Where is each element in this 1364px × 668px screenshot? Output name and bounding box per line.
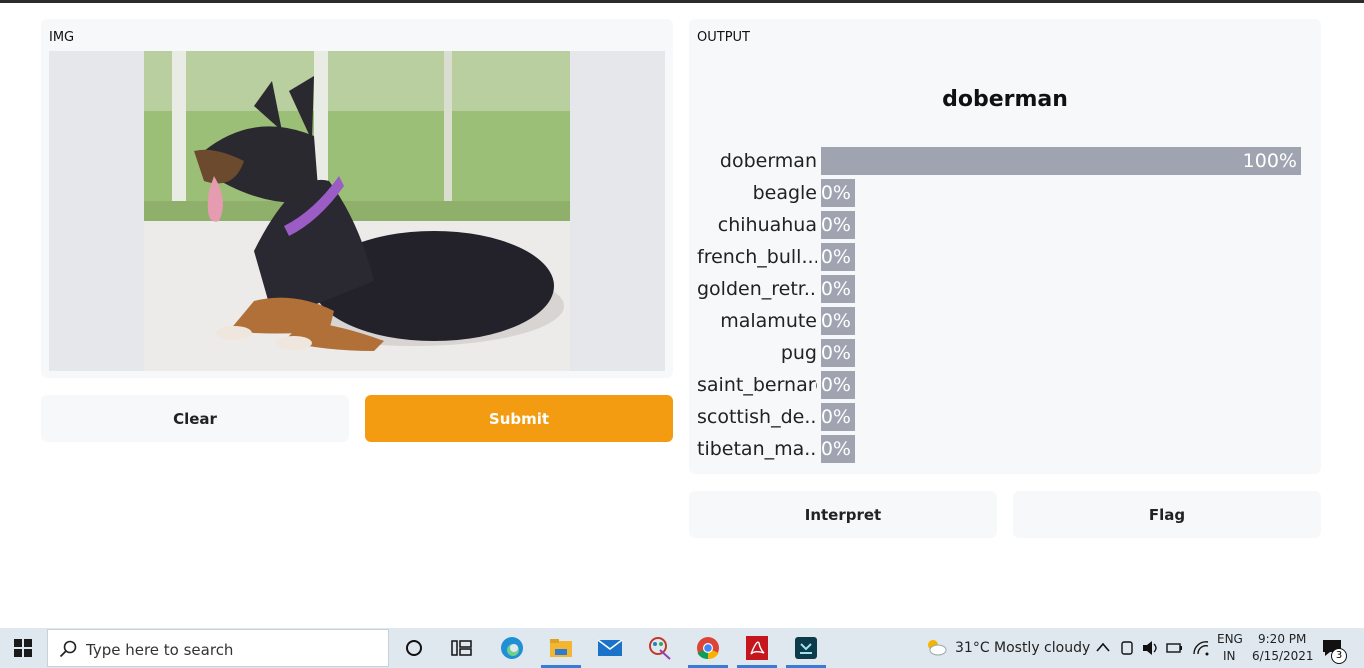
prediction-bar: 0% xyxy=(821,403,855,431)
prediction-bar: 0% xyxy=(821,435,855,463)
prediction-percent: 100% xyxy=(1242,150,1297,172)
volume-icon[interactable] xyxy=(1142,640,1160,656)
prediction-percent: 0% xyxy=(820,310,851,332)
prediction-label: tibetan_ma... xyxy=(697,438,817,460)
submit-button[interactable]: Submit xyxy=(365,395,673,442)
prediction-percent: 0% xyxy=(820,342,851,364)
acrobat-icon[interactable] xyxy=(733,628,781,668)
windows-start-icon[interactable] xyxy=(0,628,46,668)
prediction-row: tibetan_ma... 0% xyxy=(689,435,1321,463)
prediction-row: french_bull... 0% xyxy=(689,243,1321,271)
image-upload-area[interactable] xyxy=(49,51,665,371)
mail-icon[interactable] xyxy=(586,628,634,668)
prediction-label: golden_retr... xyxy=(697,278,817,300)
image-input-panel: IMG xyxy=(41,19,673,378)
notification-count-badge: 3 xyxy=(1331,648,1347,664)
search-placeholder: Type here to search xyxy=(86,641,234,659)
prediction-bar: 0% xyxy=(821,307,855,335)
weather-description[interactable]: Mostly cloudy xyxy=(994,640,1090,656)
prediction-percent: 0% xyxy=(820,214,851,236)
prediction-label: doberman xyxy=(719,150,817,172)
prediction-label: malamute xyxy=(720,310,817,332)
paint-icon[interactable] xyxy=(635,628,683,668)
prediction-label: french_bull... xyxy=(697,246,817,268)
prediction-percent: 0% xyxy=(820,278,851,300)
file-explorer-icon[interactable] xyxy=(537,628,585,668)
search-icon xyxy=(59,640,77,658)
interpret-button[interactable]: Interpret xyxy=(689,491,997,538)
prediction-percent: 0% xyxy=(820,246,851,268)
prediction-row: malamute 0% xyxy=(689,307,1321,335)
meet-now-icon[interactable] xyxy=(1120,640,1134,656)
uploaded-dog-image xyxy=(144,51,570,371)
prediction-label: chihuahua xyxy=(717,214,817,236)
prediction-label: pug xyxy=(780,342,817,364)
prediction-row: beagle 0% xyxy=(689,179,1321,207)
chevron-up-icon[interactable] xyxy=(1096,641,1110,653)
prediction-percent: 0% xyxy=(820,374,851,396)
clock-date[interactable]: 6/15/2021 xyxy=(1252,649,1314,663)
language-region[interactable]: IN xyxy=(1223,649,1236,663)
prediction-row: golden_retr... 0% xyxy=(689,275,1321,303)
prediction-row: scottish_de... 0% xyxy=(689,403,1321,431)
weather-temp[interactable]: 31°C xyxy=(955,640,990,656)
output-panel: OUTPUT doberman doberman 100% beagle 0% chih… xyxy=(689,19,1321,474)
battery-icon[interactable] xyxy=(1166,641,1184,655)
window-top-border xyxy=(0,0,1364,3)
image-input-label: IMG xyxy=(49,30,75,45)
chrome-icon[interactable] xyxy=(684,628,732,668)
edge-icon[interactable] xyxy=(488,628,536,668)
prediction-bar: 0% xyxy=(821,339,855,367)
prediction-percent: 0% xyxy=(820,182,851,204)
prediction-row: doberman 100% xyxy=(689,147,1321,175)
prediction-row: chihuahua 0% xyxy=(689,211,1321,239)
prediction-percent: 0% xyxy=(820,438,851,460)
prediction-bar: 0% xyxy=(821,243,855,271)
top-prediction-label: doberman xyxy=(942,87,1068,112)
prediction-label: scottish_de... xyxy=(697,406,817,428)
dog-photo-illustration xyxy=(144,51,570,371)
prediction-bar: 0% xyxy=(821,211,855,239)
output-label: OUTPUT xyxy=(697,30,750,45)
wifi-icon[interactable] xyxy=(1192,640,1210,656)
prediction-label: beagle xyxy=(752,182,817,204)
weather-icon[interactable] xyxy=(924,637,948,657)
prediction-label: saint_bernard xyxy=(697,374,817,396)
taskbar-search-box[interactable]: Type here to search xyxy=(47,629,389,667)
task-view-icon[interactable] xyxy=(438,628,486,668)
prediction-row: pug 0% xyxy=(689,339,1321,367)
prediction-bar: 100% xyxy=(821,147,1301,175)
windows-taskbar: Type here to search 31°C Mostly cloudy E… xyxy=(0,628,1364,668)
flag-button[interactable]: Flag xyxy=(1013,491,1321,538)
prediction-row: saint_bernard 0% xyxy=(689,371,1321,399)
prediction-percent: 0% xyxy=(820,406,851,428)
prediction-bar: 0% xyxy=(821,371,855,399)
clear-button[interactable]: Clear xyxy=(41,395,349,442)
app-icon[interactable] xyxy=(782,628,830,668)
clock-time[interactable]: 9:20 PM xyxy=(1258,632,1306,646)
cortana-icon[interactable] xyxy=(390,628,438,668)
prediction-bar: 0% xyxy=(821,275,855,303)
prediction-bar: 0% xyxy=(821,179,855,207)
language-indicator[interactable]: ENG xyxy=(1217,632,1243,646)
